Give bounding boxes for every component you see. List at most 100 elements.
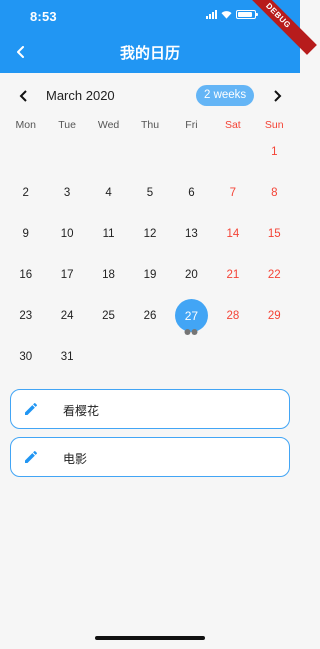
day-cell[interactable]: 28: [212, 295, 253, 336]
day-number: 26: [143, 309, 157, 322]
day-number: 13: [185, 227, 198, 240]
weekday-label: Sat: [224, 119, 241, 131]
event-title: 看樱花: [63, 404, 100, 418]
day-cell[interactable]: 19: [129, 254, 170, 295]
battery-icon: [236, 10, 258, 19]
day-number: 31: [60, 350, 74, 363]
page-title: 我的日历: [119, 45, 180, 62]
empty-day-cell: [171, 131, 212, 172]
day-cell[interactable]: 10: [46, 213, 87, 254]
day-cell[interactable]: 12: [129, 213, 170, 254]
home-indicator: [95, 636, 205, 640]
empty-day-cell: [212, 131, 253, 172]
day-number: 9: [22, 227, 29, 240]
status-time: 8:53: [30, 9, 57, 24]
day-cell[interactable]: 16: [5, 254, 46, 295]
day-cell[interactable]: 3: [46, 172, 87, 213]
day-cell[interactable]: 20: [171, 254, 212, 295]
day-cell[interactable]: 4: [88, 172, 129, 213]
day-number: 27: [174, 299, 208, 332]
day-number: 24: [60, 309, 74, 322]
day-cell[interactable]: 8: [254, 172, 295, 213]
day-number: 14: [226, 227, 240, 240]
day-number: 4: [105, 186, 112, 199]
day-cell[interactable]: 24: [46, 295, 87, 336]
weekday-label: Tue: [58, 119, 76, 131]
day-number: 19: [143, 268, 157, 281]
day-cell[interactable]: 11: [88, 213, 129, 254]
day-number: 28: [226, 309, 240, 322]
signal-icon: [206, 10, 217, 19]
day-number: 25: [102, 309, 115, 322]
day-grid: 1 2 3 4 5 6 7 8 9 10 11 12 13 14 15 16 17 18 19 20 21 22 23 24 2…: [5, 131, 295, 377]
day-number: 30: [19, 350, 33, 363]
day-cell[interactable]: 14: [212, 213, 253, 254]
day-number: 7: [229, 186, 237, 199]
day-cell[interactable]: 6: [171, 172, 212, 213]
day-number: 22: [267, 268, 281, 281]
empty-day-cell: [129, 131, 170, 172]
day-cell[interactable]: 1: [254, 131, 295, 172]
wifi-icon: [221, 11, 232, 19]
event-item[interactable]: 看樱花: [10, 389, 290, 429]
day-number: 10: [60, 227, 74, 240]
event-markers: [184, 329, 198, 335]
day-cell[interactable]: 22: [254, 254, 295, 295]
day-cell[interactable]: 18: [88, 254, 129, 295]
pencil-icon: [25, 450, 38, 463]
weekday-label: Thu: [140, 119, 160, 131]
day-cell[interactable]: 13: [171, 213, 212, 254]
calendar-header: March 2020 2 weeks: [0, 84, 300, 108]
weekday-row: Mon Tue Wed Thu Fri Sat Sun: [5, 119, 295, 131]
day-cell[interactable]: 9: [5, 213, 46, 254]
event-marker-dot: [191, 329, 198, 335]
previous-month-button[interactable]: [14, 87, 32, 105]
event-title: 电影: [63, 452, 88, 466]
event-marker-dot: [184, 329, 191, 335]
day-cell[interactable]: 29: [254, 295, 295, 336]
day-cell[interactable]: 7: [212, 172, 253, 213]
day-cell[interactable]: 31: [46, 336, 87, 377]
day-number: 21: [226, 268, 240, 281]
empty-day-cell: [46, 131, 87, 172]
day-cell[interactable]: 5: [129, 172, 170, 213]
day-number: 16: [19, 268, 33, 281]
status-icons: [206, 10, 258, 19]
day-number: 15: [267, 227, 281, 240]
event-item[interactable]: 电影: [10, 437, 290, 477]
day-number: 11: [102, 227, 115, 240]
day-cell[interactable]: 25: [88, 295, 129, 336]
empty-day-cell: [88, 131, 129, 172]
weekday-label: Wed: [97, 119, 120, 131]
day-number: 3: [63, 186, 71, 199]
app-bar: 8:53 DEBUG 我的日历: [0, 0, 317, 73]
day-cell[interactable]: 30: [5, 336, 46, 377]
day-cell[interactable]: 21: [212, 254, 253, 295]
day-number: 18: [102, 268, 115, 281]
day-cell[interactable]: 23: [5, 295, 46, 336]
day-number: 29: [267, 309, 281, 322]
weekday-label: Sun: [264, 119, 284, 131]
weekday-label: Mon: [15, 119, 36, 131]
chevron-left-icon: [19, 90, 27, 102]
format-toggle-button[interactable]: 2 weeks: [196, 85, 255, 106]
day-cell[interactable]: 15: [254, 213, 295, 254]
day-number: 5: [146, 186, 154, 199]
day-number: 23: [19, 309, 33, 322]
day-number: 1: [271, 145, 278, 158]
weekday-label: Fri: [185, 119, 198, 131]
day-number: 12: [143, 227, 157, 240]
day-number: 6: [188, 186, 195, 199]
empty-day-cell: [5, 131, 46, 172]
day-cell[interactable]: 17: [46, 254, 87, 295]
day-number: 2: [22, 186, 29, 199]
next-month-button[interactable]: [268, 87, 286, 105]
day-cell[interactable]: 26: [129, 295, 170, 336]
day-number: 20: [185, 268, 198, 281]
day-cell[interactable]: 2: [5, 172, 46, 213]
month-label: March 2020: [46, 88, 115, 103]
day-number: 17: [60, 268, 74, 281]
event-list: 看樱花 电影: [10, 389, 290, 485]
pencil-icon: [25, 402, 38, 415]
selected-day-cell[interactable]: 27: [171, 295, 212, 336]
